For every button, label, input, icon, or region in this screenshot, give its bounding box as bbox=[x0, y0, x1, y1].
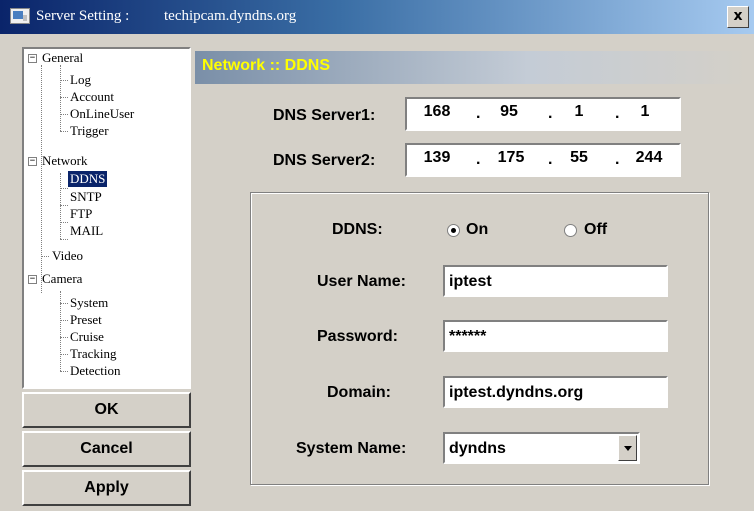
dns-server2-label: DNS Server2: bbox=[273, 152, 376, 169]
ip-separator: . bbox=[476, 151, 481, 168]
title-bar[interactable]: Server Setting : techipcam.dyndns.org x bbox=[0, 0, 754, 34]
chevron-down-icon[interactable] bbox=[618, 435, 637, 461]
domain-label: Domain: bbox=[327, 384, 391, 401]
password-label: Password: bbox=[317, 328, 398, 345]
collapse-icon[interactable]: − bbox=[28, 157, 37, 166]
tree-connector bbox=[60, 80, 68, 81]
tree-connector bbox=[60, 354, 68, 355]
tree-connector bbox=[60, 188, 68, 189]
tree-connector bbox=[60, 222, 68, 223]
tree-connector bbox=[60, 65, 61, 131]
tree-connector bbox=[60, 320, 68, 321]
domain-field[interactable]: iptest.dyndns.org bbox=[443, 376, 668, 408]
tree-connector bbox=[60, 303, 68, 304]
tree-connector bbox=[60, 371, 68, 372]
tree-connector bbox=[41, 256, 49, 257]
tree-item-network[interactable]: Network bbox=[42, 153, 88, 169]
tree-item-mail[interactable]: MAIL bbox=[70, 223, 103, 239]
tree-item-ddns[interactable]: DDNS bbox=[68, 171, 108, 187]
tree-item-log[interactable]: Log bbox=[70, 72, 91, 88]
cancel-button[interactable]: Cancel bbox=[22, 431, 191, 467]
tree-connector bbox=[60, 114, 68, 115]
tree-item-cruise[interactable]: Cruise bbox=[70, 329, 104, 345]
tree-item-general[interactable]: General bbox=[42, 50, 83, 66]
username-field[interactable]: iptest bbox=[443, 265, 668, 297]
collapse-icon[interactable]: − bbox=[28, 54, 37, 63]
password-field[interactable]: ****** bbox=[443, 320, 668, 352]
dns-server2-octet[interactable]: 139 bbox=[415, 149, 459, 167]
ddns-on-label[interactable]: On bbox=[466, 221, 488, 239]
tree-item-trigger[interactable]: Trigger bbox=[70, 123, 109, 139]
tree-item-camera[interactable]: Camera bbox=[42, 271, 82, 287]
tree-connector bbox=[60, 337, 68, 338]
dns-server2-input[interactable]: 139 . 175 . 55 . 244 bbox=[405, 143, 681, 177]
dns-server1-label: DNS Server1: bbox=[273, 107, 376, 124]
dns-server2-octet[interactable]: 175 bbox=[489, 149, 533, 167]
tree-connector bbox=[60, 205, 68, 206]
ip-separator: . bbox=[548, 151, 553, 168]
settings-tree: − General Log Account OnLineUser Trigger… bbox=[22, 47, 191, 389]
tree-item-detection[interactable]: Detection bbox=[70, 363, 121, 379]
ip-separator: . bbox=[548, 105, 553, 122]
tree-item-sntp[interactable]: SNTP bbox=[70, 189, 102, 205]
tree-connector bbox=[60, 97, 68, 98]
ddns-label: DDNS: bbox=[332, 221, 383, 238]
dns-server1-octet[interactable]: 168 bbox=[415, 103, 459, 121]
dns-server2-octet[interactable]: 244 bbox=[627, 149, 671, 167]
tree-item-preset[interactable]: Preset bbox=[70, 312, 102, 328]
tree-item-ftp[interactable]: FTP bbox=[70, 206, 92, 222]
tree-item-onlineuser[interactable]: OnLineUser bbox=[70, 106, 134, 122]
ip-separator: . bbox=[476, 105, 481, 122]
close-button[interactable]: x bbox=[727, 6, 749, 28]
window-title: Server Setting : bbox=[36, 8, 130, 24]
panel-header: Network :: DDNS bbox=[195, 51, 750, 84]
ddns-on-radio[interactable] bbox=[447, 224, 460, 237]
tree-item-video[interactable]: Video bbox=[52, 248, 83, 264]
tree-connector bbox=[60, 239, 68, 240]
tree-connector bbox=[60, 131, 68, 132]
ddns-off-radio[interactable] bbox=[564, 224, 577, 237]
dns-server1-octet[interactable]: 1 bbox=[623, 103, 667, 121]
window-host: techipcam.dyndns.org bbox=[164, 8, 297, 24]
ok-button[interactable]: OK bbox=[22, 392, 191, 428]
tree-connector bbox=[60, 173, 61, 239]
system-name-select[interactable]: dyndns bbox=[443, 432, 640, 464]
dns-server2-octet[interactable]: 55 bbox=[557, 149, 601, 167]
username-label: User Name: bbox=[317, 273, 406, 290]
ip-separator: . bbox=[615, 151, 620, 168]
system-name-label: System Name: bbox=[296, 440, 407, 457]
ddns-off-label[interactable]: Off bbox=[584, 221, 607, 239]
dns-server1-octet[interactable]: 95 bbox=[487, 103, 531, 121]
app-icon bbox=[10, 8, 30, 24]
dns-server1-input[interactable]: 168 . 95 . 1 . 1 bbox=[405, 97, 681, 131]
tree-connector bbox=[41, 65, 42, 293]
tree-item-account[interactable]: Account bbox=[70, 89, 114, 105]
panel-title: Network :: DDNS bbox=[202, 57, 331, 74]
server-setting-window: Server Setting : techipcam.dyndns.org x … bbox=[0, 0, 754, 511]
dns-server1-octet[interactable]: 1 bbox=[557, 103, 601, 121]
ip-separator: . bbox=[615, 105, 620, 122]
tree-item-tracking[interactable]: Tracking bbox=[70, 346, 116, 362]
tree-item-system[interactable]: System bbox=[70, 295, 108, 311]
collapse-icon[interactable]: − bbox=[28, 275, 37, 284]
system-name-value: dyndns bbox=[449, 440, 506, 457]
apply-button[interactable]: Apply bbox=[22, 470, 191, 506]
